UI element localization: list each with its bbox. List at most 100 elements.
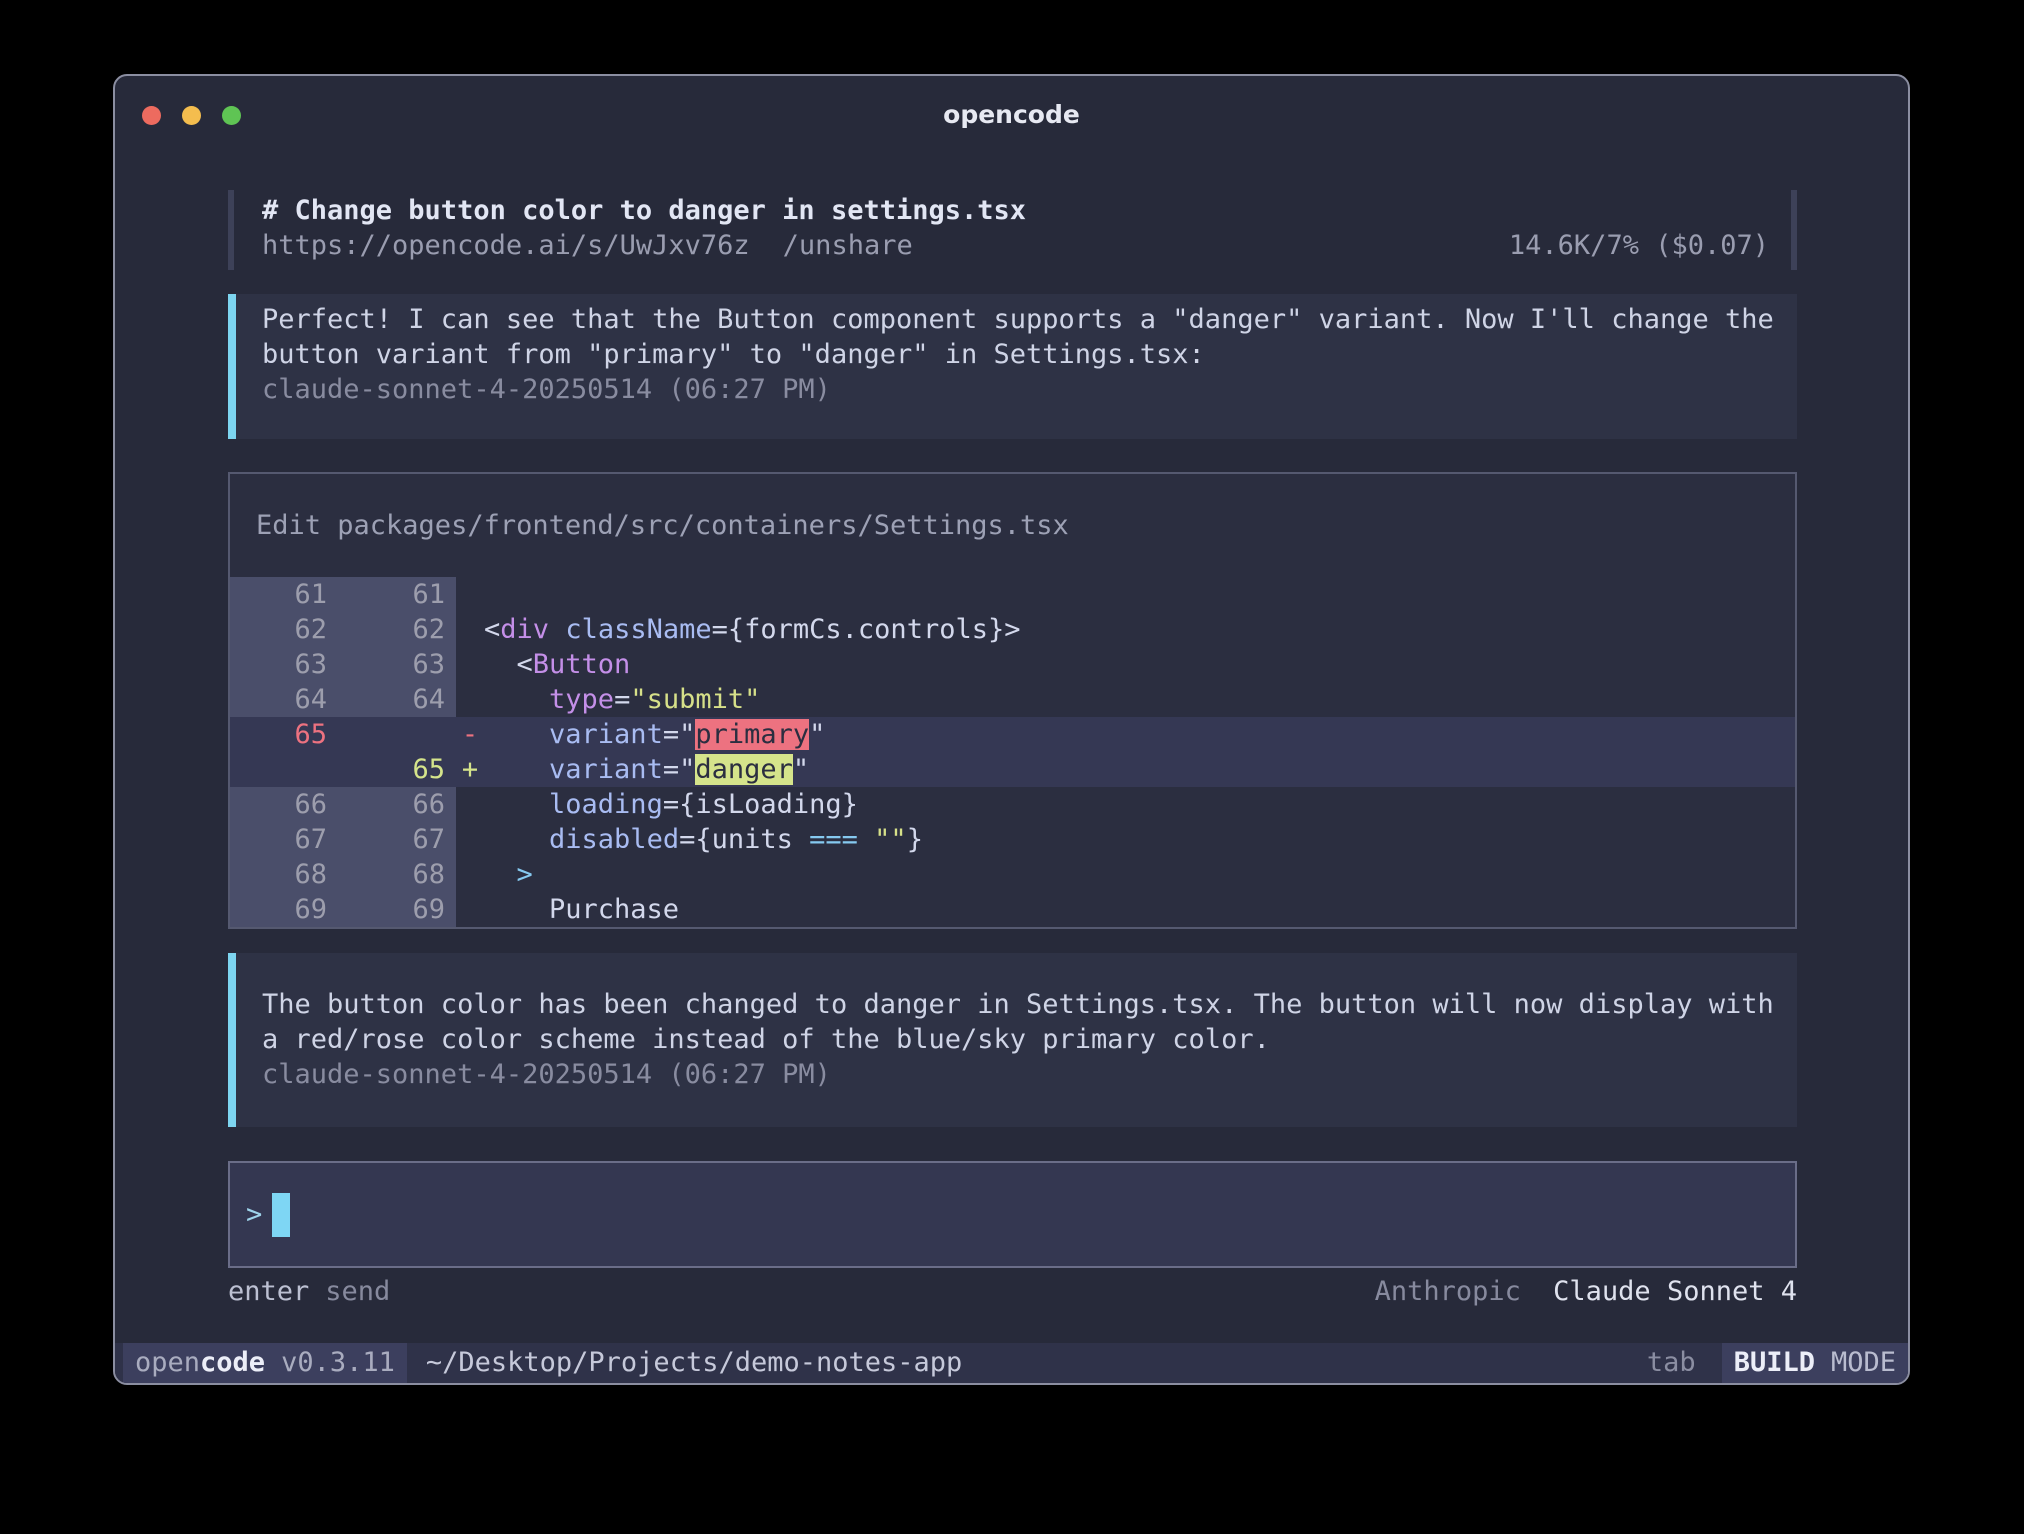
diff-old-line-number: 65	[230, 717, 342, 752]
code-token: type	[549, 684, 614, 715]
diff-rows: 61616262<div className={formCs.controls}…	[230, 577, 1795, 927]
enter-key-hint: enter	[228, 1274, 309, 1309]
code-token: <	[484, 614, 500, 645]
diff-code-line: >	[484, 857, 1795, 892]
assistant-message: The button color has been changed to dan…	[228, 953, 1797, 1127]
diff-change-marker	[456, 857, 484, 892]
diff-row: 6969 Purchase	[230, 892, 1795, 927]
model-indicator: Anthropic Claude Sonnet 4	[1375, 1274, 1797, 1309]
message-line: button variant from "primary" to "danger…	[262, 337, 1777, 372]
diff-new-line-number: 62	[342, 612, 456, 647]
diff-new-line-number: 63	[342, 647, 456, 682]
diff-row: 65 - variant="primary"	[230, 717, 1795, 752]
app-version: v0.3.11	[281, 1347, 395, 1378]
code-token: loading	[549, 789, 663, 820]
edit-diff-panel: Edit packages/frontend/src/containers/Se…	[228, 472, 1797, 929]
code-token: }	[907, 824, 923, 855]
code-token: ="	[663, 719, 696, 750]
diff-old-line-number: 66	[230, 787, 342, 822]
diff-change-marker	[456, 577, 484, 612]
hint-bar: enter send Anthropic Claude Sonnet 4	[228, 1274, 1797, 1309]
code-token: div	[500, 614, 549, 645]
diff-row: 6262<div className={formCs.controls}>	[230, 612, 1795, 647]
diff-code-line: <Button	[484, 647, 1795, 682]
working-directory: ~/Desktop/Projects/demo-notes-app	[426, 1343, 962, 1383]
message-line: Perfect! I can see that the Button compo…	[262, 302, 1777, 337]
diff-new-line-number: 67	[342, 822, 456, 857]
code-token: ={isLoading}	[663, 789, 858, 820]
diff-new-line-number: 68	[342, 857, 456, 892]
diff-new-line-number: 64	[342, 682, 456, 717]
statusbar-spacer	[962, 1343, 1647, 1383]
status-bar: opencodev0.3.11 ~/Desktop/Projects/demo-…	[115, 1343, 1908, 1383]
diff-old-line-number: 64	[230, 682, 342, 717]
code-token: ="	[663, 754, 696, 785]
send-action-hint: send	[325, 1274, 390, 1309]
diff-new-line-number: 65	[342, 752, 456, 787]
unshare-command[interactable]: /unshare	[783, 228, 913, 263]
build-mode-chip: BUILD MODE	[1722, 1343, 1908, 1383]
code-token: "submit"	[630, 684, 760, 715]
app-name-regular: open	[135, 1347, 200, 1378]
diff-row: 6868 >	[230, 857, 1795, 892]
message-model-timestamp: claude-sonnet-4-20250514 (06:27 PM)	[262, 1057, 1777, 1092]
code-token: =	[614, 684, 630, 715]
token-usage-cost: 14.6K/7% ($0.07)	[1509, 228, 1769, 263]
app-version-chip: opencodev0.3.11	[123, 1343, 407, 1383]
code-token	[484, 824, 549, 855]
session-subline: https://opencode.ai/s/UwJxv76z /unshare …	[262, 228, 1769, 263]
diff-row: 6161	[230, 577, 1795, 612]
code-token: disabled	[549, 824, 679, 855]
diff-change-marker	[456, 612, 484, 647]
diff-change-marker	[456, 787, 484, 822]
code-token	[484, 859, 517, 890]
diff-file-header: Edit packages/frontend/src/containers/Se…	[230, 474, 1795, 577]
code-token: ===	[809, 824, 858, 855]
text-cursor	[272, 1193, 290, 1237]
code-token: primary	[695, 719, 809, 750]
diff-old-line-number: 67	[230, 822, 342, 857]
diff-row: 6767 disabled={units === ""}	[230, 822, 1795, 857]
code-token	[484, 754, 549, 785]
assistant-message: Perfect! I can see that the Button compo…	[228, 294, 1797, 439]
code-token: "	[809, 719, 825, 750]
diff-code-line: type="submit"	[484, 682, 1795, 717]
code-token: <	[484, 649, 533, 680]
session-header: # Change button color to danger in setti…	[228, 190, 1797, 270]
code-token: danger	[695, 754, 793, 785]
code-token	[484, 684, 549, 715]
prompt-input[interactable]: >	[228, 1161, 1797, 1268]
terminal-content: # Change button color to danger in setti…	[115, 190, 1908, 1309]
diff-old-line-number: 62	[230, 612, 342, 647]
mode-label-regular: MODE	[1831, 1347, 1896, 1378]
diff-new-line-number: 61	[342, 577, 456, 612]
diff-code-line: loading={isLoading}	[484, 787, 1795, 822]
diff-row: 6464 type="submit"	[230, 682, 1795, 717]
diff-code-line: disabled={units === ""}	[484, 822, 1795, 857]
diff-change-marker: -	[456, 717, 484, 752]
diff-new-line-number: 66	[342, 787, 456, 822]
opencode-terminal-window: opencode # Change button color to danger…	[113, 74, 1910, 1385]
diff-change-marker	[456, 892, 484, 927]
mode-label-bold: BUILD	[1734, 1347, 1815, 1378]
diff-new-line-number: 69	[342, 892, 456, 927]
diff-code-line: variant="primary"	[484, 717, 1795, 752]
code-token: variant	[549, 754, 663, 785]
model-name: Claude Sonnet 4	[1553, 1276, 1797, 1307]
code-token: variant	[549, 719, 663, 750]
diff-change-marker	[456, 822, 484, 857]
code-token: "	[793, 754, 809, 785]
code-token: ={formCs.controls}>	[712, 614, 1021, 645]
code-token: Button	[533, 649, 631, 680]
window-title: opencode	[115, 100, 1908, 130]
diff-code-line: Purchase	[484, 892, 1795, 927]
diff-old-line-number: 63	[230, 647, 342, 682]
share-url-link[interactable]: https://opencode.ai/s/UwJxv76z	[262, 228, 750, 263]
diff-old-line-number: 69	[230, 892, 342, 927]
provider-name: Anthropic	[1375, 1276, 1521, 1307]
diff-old-line-number: 68	[230, 857, 342, 892]
diff-change-marker	[456, 647, 484, 682]
message-line: The button color has been changed to dan…	[262, 987, 1777, 1022]
code-token	[549, 614, 565, 645]
code-token: ""	[874, 824, 907, 855]
